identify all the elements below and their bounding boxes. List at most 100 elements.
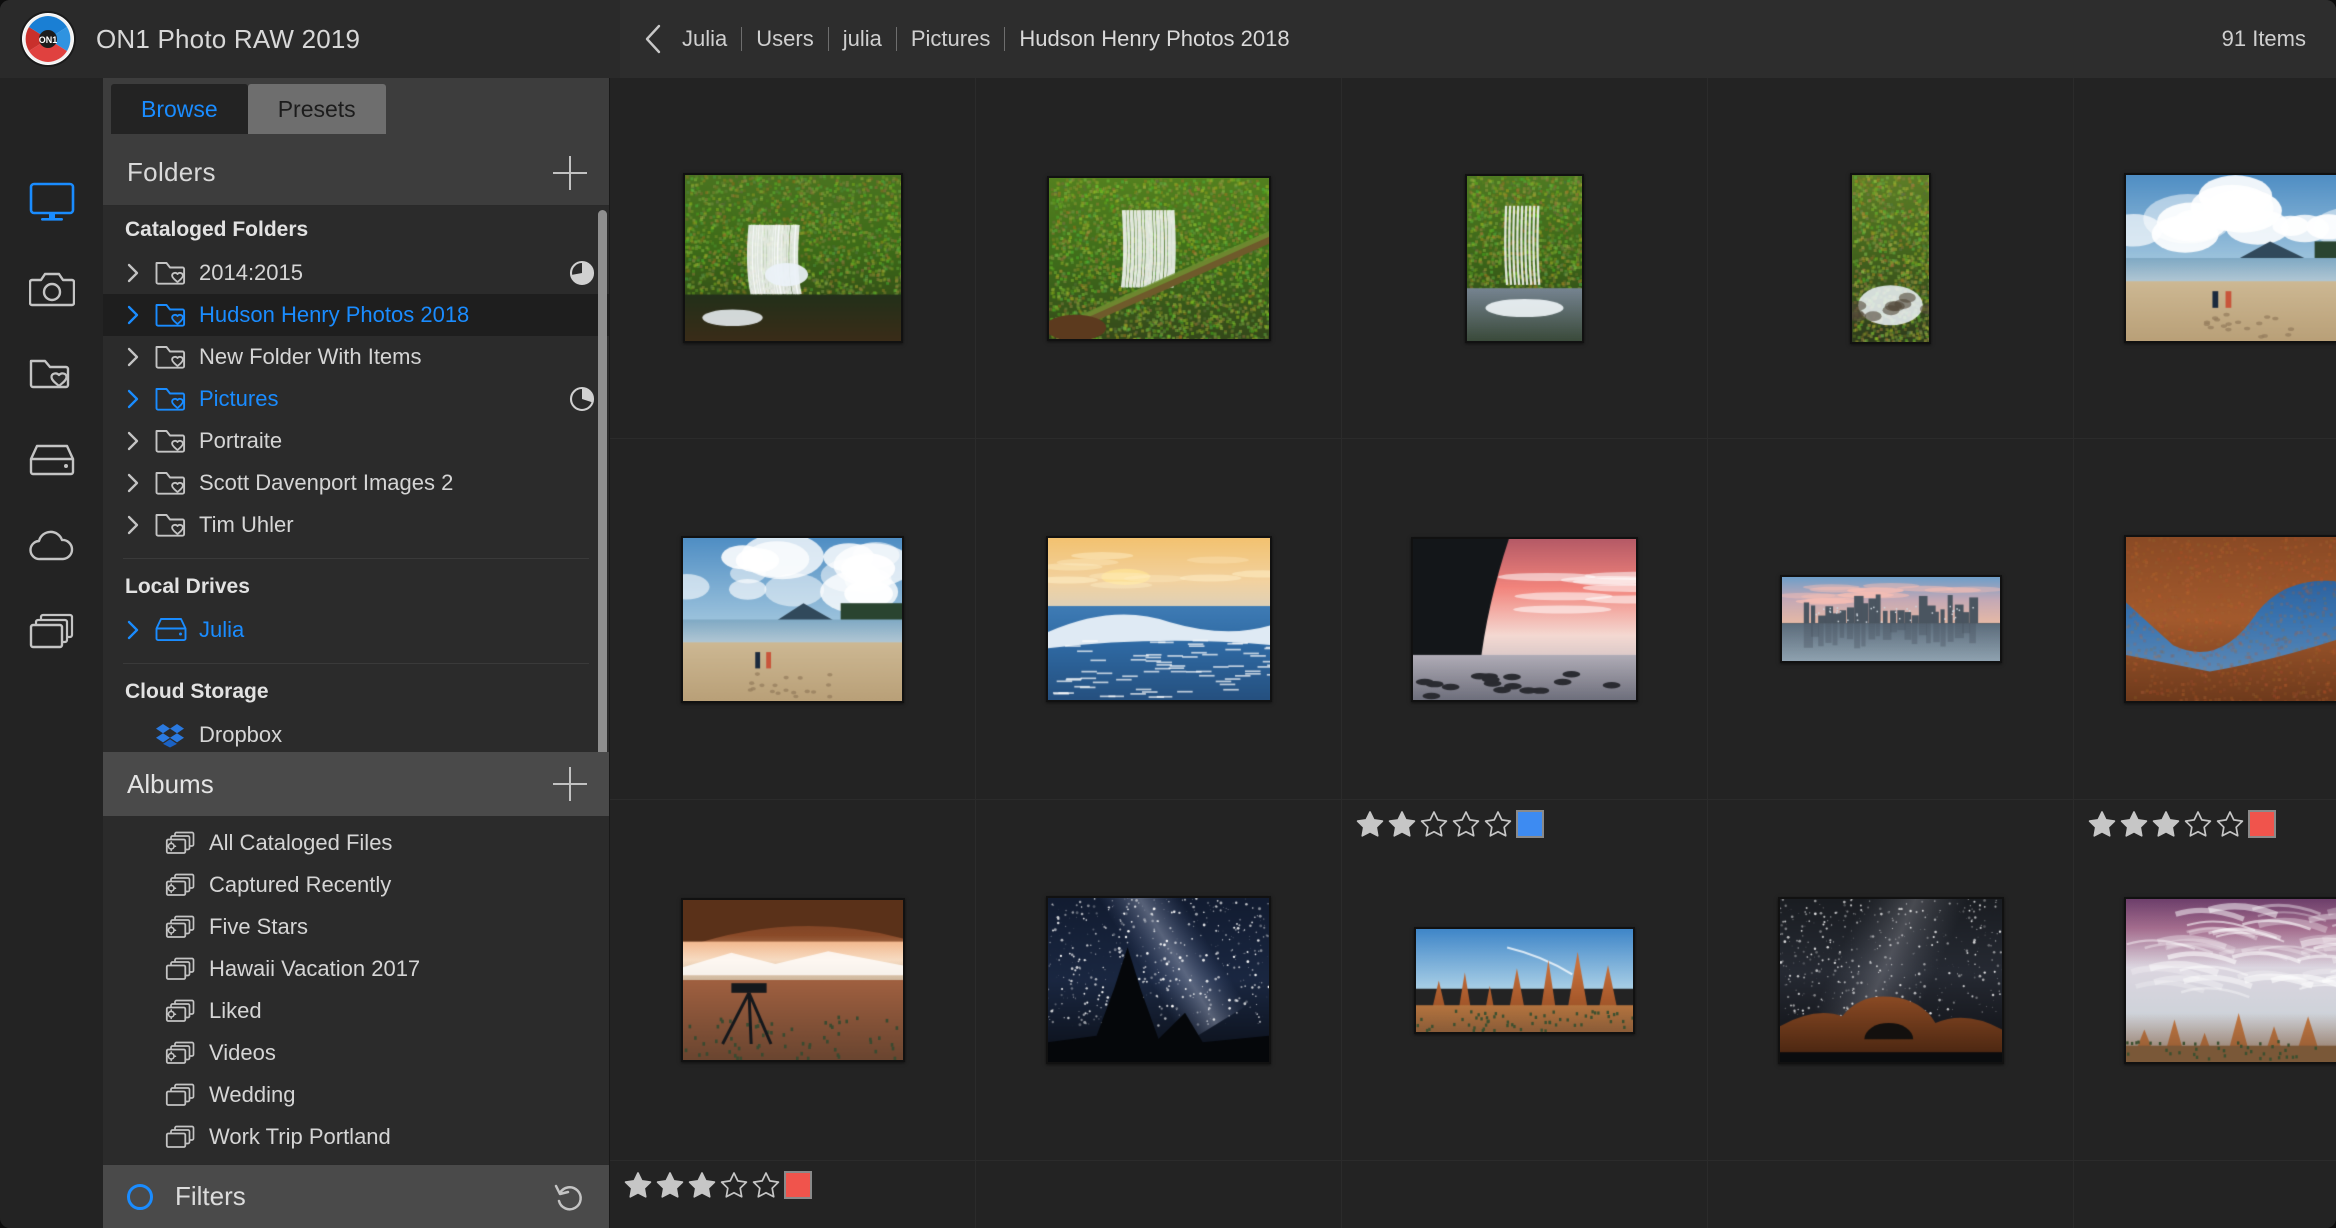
folders-scroll-area[interactable]: Cataloged Folders 2014:2015 Hudson Henry…	[103, 206, 609, 752]
thumbnail-cell[interactable]	[976, 439, 1342, 800]
star-icon[interactable]	[2184, 810, 2212, 838]
breadcrumb-item-4[interactable]: Hudson Henry Photos 2018	[1005, 26, 1303, 52]
thumbnail-image[interactable]	[2124, 173, 2336, 343]
thumbnail-image[interactable]	[1411, 537, 1638, 702]
thumbnail-cell[interactable]	[1342, 1161, 1708, 1228]
thumbnail-cell[interactable]	[1342, 439, 1708, 800]
star-icon[interactable]	[2088, 810, 2116, 838]
drive-row-julia[interactable]: Julia	[103, 609, 609, 651]
thumbnail-cell[interactable]	[1708, 78, 2074, 439]
thumbnail-image[interactable]	[2124, 535, 2336, 703]
thumbnail-cell[interactable]	[976, 78, 1342, 439]
thumbnail-cell[interactable]	[976, 1161, 1342, 1228]
star-icon[interactable]	[1356, 810, 1384, 838]
chevron-right-icon[interactable]	[125, 619, 155, 641]
thumbnail-image[interactable]	[1414, 927, 1635, 1034]
reset-arrow-icon[interactable]	[553, 1181, 585, 1213]
thumbnail-cell[interactable]	[1342, 78, 1708, 439]
monitor-icon[interactable]	[24, 178, 80, 226]
album-row-hawaii-vacation-2017[interactable]: Hawaii Vacation 2017	[103, 948, 609, 990]
chevron-right-icon[interactable]	[125, 388, 155, 410]
thumbnail-cell[interactable]	[2074, 78, 2336, 439]
star-icon[interactable]	[656, 1171, 684, 1199]
tab-browse[interactable]: Browse	[111, 84, 248, 134]
folders-panel-header[interactable]: Folders	[103, 140, 609, 206]
thumbnail-image[interactable]	[2124, 897, 2336, 1064]
album-row-videos[interactable]: Videos	[103, 1032, 609, 1074]
thumbnail-cell[interactable]	[1708, 800, 2074, 1161]
star-icon[interactable]	[1452, 810, 1480, 838]
folder-row-pictures[interactable]: Pictures	[103, 378, 609, 420]
thumbnail-cell[interactable]	[976, 800, 1342, 1161]
star-icon[interactable]	[1388, 810, 1416, 838]
breadcrumb-item-0[interactable]: Julia	[680, 26, 741, 52]
hard-drive-icon[interactable]	[24, 436, 80, 484]
thumbnail-cell[interactable]	[2074, 1161, 2336, 1228]
add-album-plus-icon[interactable]	[553, 767, 587, 801]
star-icon[interactable]	[1420, 810, 1448, 838]
color-label[interactable]	[2248, 810, 2276, 838]
cloud-icon[interactable]	[24, 522, 80, 570]
chevron-right-icon[interactable]	[125, 262, 155, 284]
breadcrumb-item-3[interactable]: Pictures	[897, 26, 1004, 52]
star-icon[interactable]	[1484, 810, 1512, 838]
thumbnail-cell[interactable]	[1708, 1161, 2074, 1228]
thumbnail-cell[interactable]	[610, 78, 976, 439]
color-label[interactable]	[1516, 810, 1544, 838]
albums-panel-header[interactable]: Albums	[103, 752, 609, 816]
circle-toggle-icon[interactable]	[127, 1184, 153, 1210]
thumbnail-image[interactable]	[1046, 536, 1272, 702]
folder-heart-icon[interactable]	[24, 350, 80, 398]
star-icon[interactable]	[752, 1171, 780, 1199]
add-folder-plus-icon[interactable]	[553, 156, 587, 190]
thumbnail-cell[interactable]	[2074, 800, 2336, 1161]
thumbnail-image[interactable]	[1046, 896, 1271, 1064]
folder-row-hudson-henry-photos-2018[interactable]: Hudson Henry Photos 2018	[103, 294, 609, 336]
folder-row-new-folder-with-items[interactable]: New Folder With Items	[103, 336, 609, 378]
thumbnail-cell[interactable]	[610, 1161, 976, 1228]
star-icon[interactable]	[2120, 810, 2148, 838]
rating-badge[interactable]	[624, 1171, 812, 1199]
color-label[interactable]	[784, 1171, 812, 1199]
folder-row-scott-davenport-images-2[interactable]: Scott Davenport Images 2	[103, 462, 609, 504]
chevron-right-icon[interactable]	[125, 430, 155, 452]
star-icon[interactable]	[720, 1171, 748, 1199]
rating-badge[interactable]	[2088, 810, 2276, 838]
chevron-right-icon[interactable]	[125, 472, 155, 494]
thumbnail-cell[interactable]	[1708, 439, 2074, 800]
thumbnail-image[interactable]	[1047, 176, 1271, 341]
folder-row-portraite[interactable]: Portraite	[103, 420, 609, 462]
star-icon[interactable]	[688, 1171, 716, 1199]
cloud-row-dropbox[interactable]: Dropbox	[103, 714, 609, 752]
album-row-captured-recently[interactable]: Captured Recently	[103, 864, 609, 906]
folder-row-tim-uhler[interactable]: Tim Uhler	[103, 504, 609, 546]
thumbnail-image[interactable]	[1465, 174, 1584, 343]
star-icon[interactable]	[2216, 810, 2244, 838]
thumbnail-cell[interactable]	[2074, 439, 2336, 800]
thumbnail-image[interactable]	[681, 898, 905, 1062]
camera-icon[interactable]	[24, 264, 80, 312]
chevron-right-icon[interactable]	[125, 514, 155, 536]
back-chevron-left-icon[interactable]	[640, 22, 666, 56]
folder-row-2014-2015[interactable]: 2014:2015	[103, 252, 609, 294]
thumbnail-cell[interactable]	[1342, 800, 1708, 1161]
stacked-photos-icon[interactable]	[24, 608, 80, 656]
rating-badge[interactable]	[1356, 810, 1544, 838]
thumbnail-cell[interactable]	[610, 800, 976, 1161]
album-row-five-stars[interactable]: Five Stars	[103, 906, 609, 948]
star-icon[interactable]	[624, 1171, 652, 1199]
thumbnail-image[interactable]	[1778, 897, 2004, 1064]
album-row-wedding[interactable]: Wedding	[103, 1074, 609, 1116]
album-row-liked[interactable]: Liked	[103, 990, 609, 1032]
chevron-right-icon[interactable]	[125, 346, 155, 368]
filters-bar[interactable]: Filters	[103, 1164, 609, 1228]
thumbnail-image[interactable]	[683, 173, 903, 343]
album-row-work-trip-portland[interactable]: Work Trip Portland	[103, 1116, 609, 1158]
sidebar-scrollbar[interactable]	[598, 210, 607, 752]
breadcrumb-item-2[interactable]: julia	[829, 26, 896, 52]
breadcrumb-item-1[interactable]: Users	[742, 26, 827, 52]
thumbnail-cell[interactable]	[610, 439, 976, 800]
album-row-all-cataloged-files[interactable]: All Cataloged Files	[103, 822, 609, 864]
thumbnail-grid-area[interactable]	[610, 78, 2336, 1228]
thumbnail-image[interactable]	[681, 536, 904, 703]
